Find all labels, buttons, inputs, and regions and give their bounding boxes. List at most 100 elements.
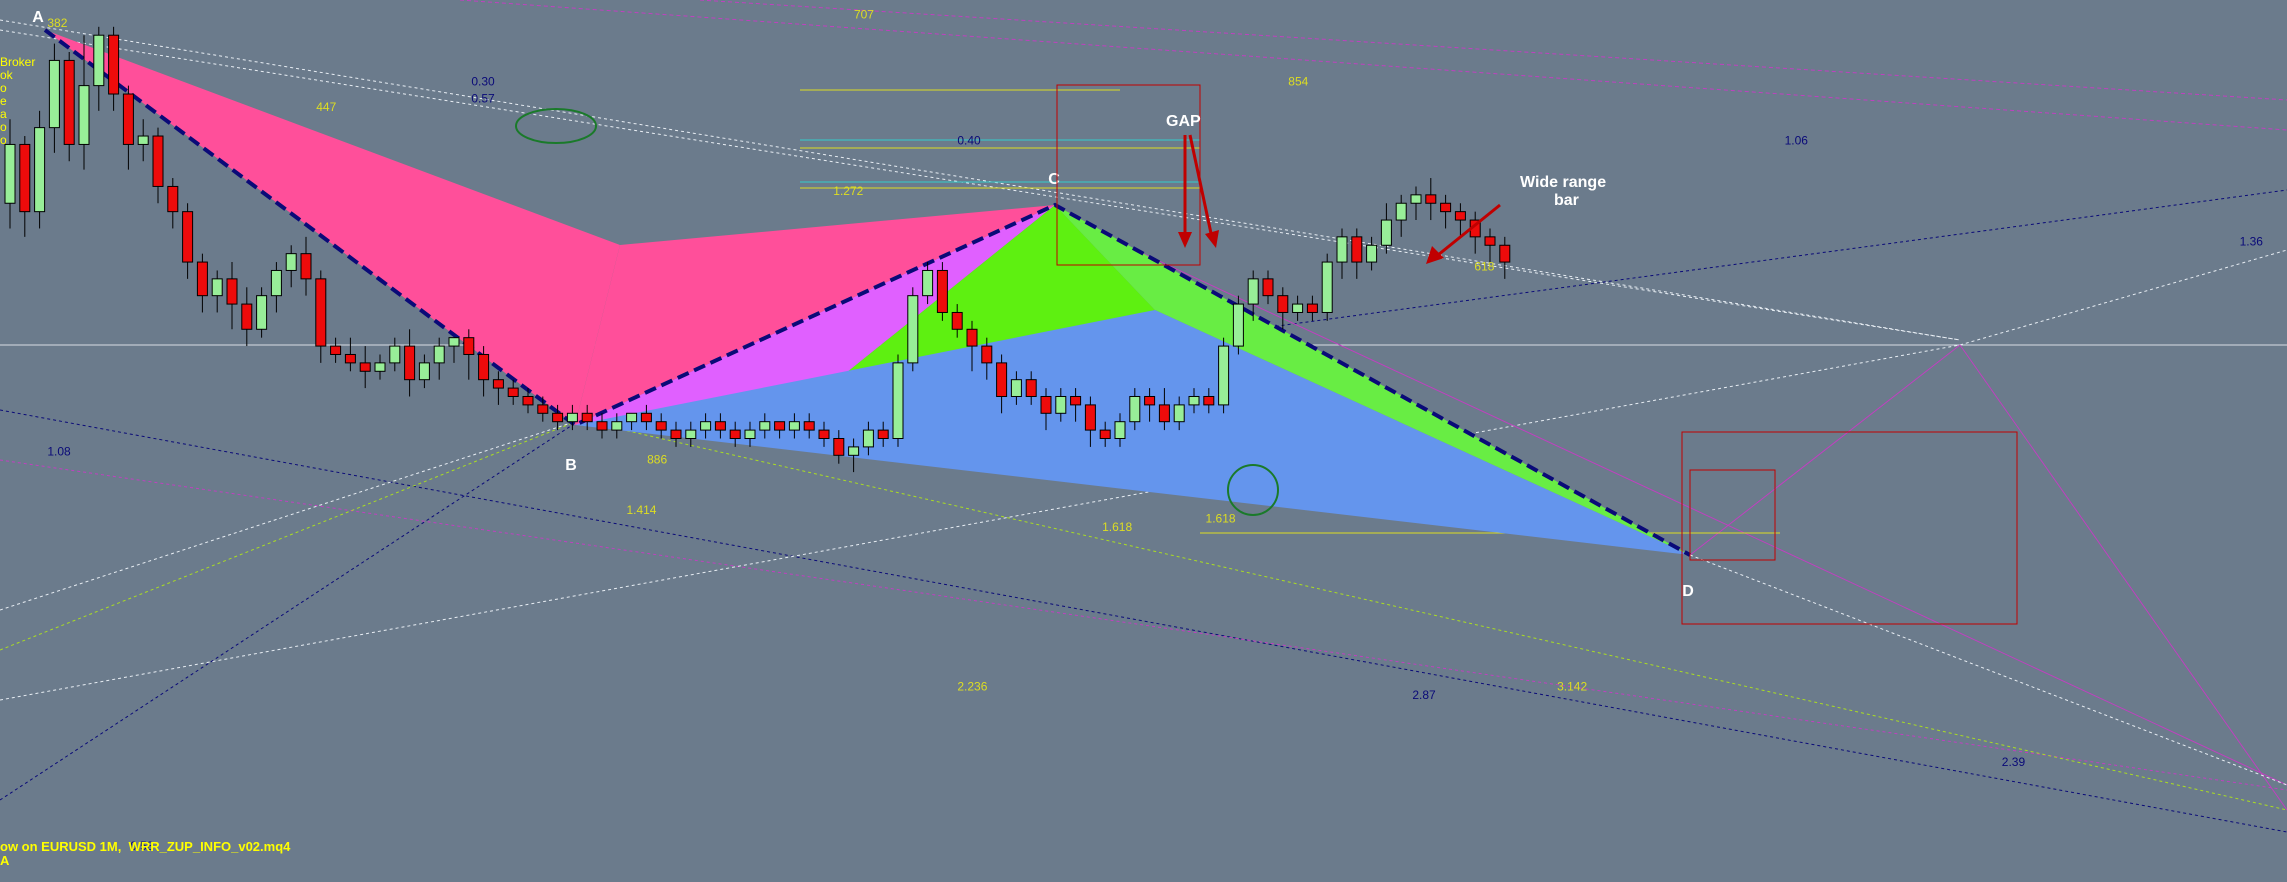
candle xyxy=(996,362,1008,397)
side-info-line: o xyxy=(0,133,7,147)
candle xyxy=(1232,303,1244,347)
candle xyxy=(4,143,16,204)
candle xyxy=(833,438,845,456)
candle xyxy=(389,345,401,364)
candle xyxy=(359,362,371,372)
candle xyxy=(374,362,386,372)
indicator-info-2: A xyxy=(0,853,10,868)
candle xyxy=(1129,395,1141,423)
fib-label: 1.36 xyxy=(2240,234,2264,248)
candle xyxy=(862,429,874,448)
candle xyxy=(1144,395,1156,406)
candle xyxy=(729,429,741,440)
fib-label: 1.06 xyxy=(1785,133,1809,147)
info-panel-side: Broker ok o e a o o xyxy=(0,56,35,147)
candle xyxy=(936,269,948,313)
indicator-info: ow on EURUSD 1M, WRR_ZUP_INFO_v02.mq4 xyxy=(0,839,291,854)
candle xyxy=(1292,303,1304,313)
candle xyxy=(1321,261,1333,313)
candle xyxy=(1306,303,1318,313)
candle xyxy=(966,328,978,347)
fib-label: 1.414 xyxy=(626,503,656,517)
candle xyxy=(922,269,934,297)
candle xyxy=(211,278,223,297)
candle xyxy=(463,337,475,355)
candle xyxy=(685,429,697,440)
candle xyxy=(818,429,830,440)
candle xyxy=(626,412,638,423)
candle xyxy=(581,412,593,423)
candle xyxy=(655,421,667,431)
candle xyxy=(788,421,800,431)
candle xyxy=(315,278,327,347)
fib-label: 2.87 xyxy=(1412,688,1436,702)
candle xyxy=(196,261,208,297)
candlestick-chart[interactable]: A B C D 382 447 0.30 0.57 707 854 0.40 1.272 1.06 61… xyxy=(0,0,2287,877)
fib-label: 1.272 xyxy=(833,184,863,198)
fib-label: 0.57 xyxy=(471,91,495,105)
candle xyxy=(1277,295,1289,313)
fib-label: 447 xyxy=(316,100,336,114)
candle xyxy=(63,59,75,145)
candle xyxy=(1040,395,1052,414)
fib-label: 854 xyxy=(1288,75,1308,89)
fib-label: 382 xyxy=(47,16,67,30)
fib-label: 618 xyxy=(1474,259,1494,273)
candle xyxy=(522,395,534,406)
fib-label: 2.39 xyxy=(2002,755,2026,769)
candle xyxy=(1484,236,1496,246)
fib-label: 1.618 xyxy=(1206,512,1236,526)
candle xyxy=(182,211,194,263)
candle xyxy=(1218,345,1230,406)
info-panel-bottom: ow on EURUSD 1M, WRR_ZUP_INFO_v02.mq4 A xyxy=(0,840,290,868)
candle xyxy=(241,303,253,330)
candle xyxy=(344,353,356,364)
candle xyxy=(108,34,120,95)
candle xyxy=(848,446,860,456)
candle xyxy=(226,278,238,305)
candle xyxy=(492,379,504,389)
candle xyxy=(1070,395,1082,406)
candle xyxy=(552,412,564,423)
candle xyxy=(1247,278,1259,305)
candle xyxy=(1158,404,1170,423)
candle xyxy=(19,143,31,213)
candle xyxy=(670,429,682,440)
fib-label: 1.08 xyxy=(47,444,71,458)
candle xyxy=(1380,219,1392,246)
candle xyxy=(1203,395,1215,406)
candle xyxy=(611,421,623,431)
candle xyxy=(951,311,963,330)
candle xyxy=(285,253,297,271)
candle xyxy=(418,362,430,381)
candle xyxy=(1114,421,1126,439)
candle xyxy=(1499,244,1511,263)
candle xyxy=(1336,236,1348,263)
candle xyxy=(1454,211,1466,221)
candle xyxy=(1440,202,1452,213)
candle xyxy=(1025,379,1037,397)
candle xyxy=(596,421,608,431)
chart-canvas[interactable]: A B C D 382 447 0.30 0.57 707 854 0.40 1.272 1.06 61… xyxy=(0,0,2287,877)
candle xyxy=(1188,395,1200,406)
candle xyxy=(404,345,416,381)
pattern-point-label: A xyxy=(32,9,44,26)
fib-label: 3.142 xyxy=(1557,680,1587,694)
candle xyxy=(433,345,445,364)
fib-label: 886 xyxy=(647,453,667,467)
fib-label: 0.40 xyxy=(957,133,981,147)
candle xyxy=(640,412,652,423)
candle xyxy=(256,295,268,330)
candle xyxy=(167,185,179,213)
candle xyxy=(981,345,993,364)
candle xyxy=(93,34,105,87)
candle xyxy=(1262,278,1274,297)
candle xyxy=(300,253,312,280)
candle xyxy=(566,412,578,423)
candle xyxy=(34,127,46,213)
candle xyxy=(1099,429,1111,440)
candle xyxy=(907,295,919,364)
candle xyxy=(330,345,342,355)
candle xyxy=(774,421,786,431)
candle xyxy=(759,421,771,431)
